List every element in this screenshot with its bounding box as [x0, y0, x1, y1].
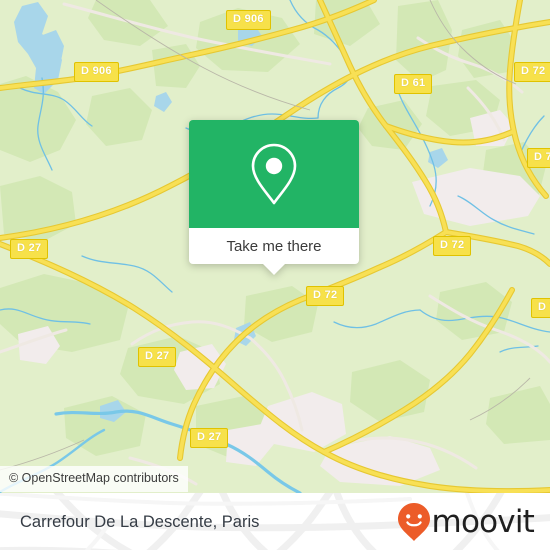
road-shield-d27: D 27	[10, 239, 49, 259]
take-me-there-label: Take me there	[226, 237, 322, 255]
footer-bar: Carrefour De La Descente, Paris moovit	[0, 493, 550, 550]
road-shield-d906: D 906	[226, 10, 271, 30]
callout-icon-panel	[189, 120, 359, 228]
road-shield-d72: D 72	[433, 236, 472, 256]
moovit-brand-logo[interactable]: moovit	[397, 502, 535, 542]
location-pin-icon	[251, 143, 297, 205]
moovit-wordmark: moovit	[431, 503, 535, 540]
road-shield-d72: D 72	[531, 298, 550, 318]
osm-attribution[interactable]: © OpenStreetMap contributors	[0, 466, 188, 492]
road-shield-d27: D 27	[190, 428, 229, 448]
moovit-smiley-pin-icon	[397, 502, 430, 541]
road-shield-d72: D 72	[514, 62, 550, 82]
road-shield-d61: D 61	[394, 74, 433, 94]
road-shield-d72: D 72	[306, 286, 345, 306]
road-shield-d906: D 906	[74, 62, 119, 82]
map-canvas[interactable]: D 906 D 906 D 61 D 72 D 72 D 72 D 72 D 72 D 27 D …	[0, 0, 550, 493]
road-shield-d27: D 27	[138, 347, 177, 367]
callout-action-panel[interactable]: Take me there	[189, 228, 359, 264]
road-shield-d72: D 72	[527, 148, 550, 168]
take-me-there-callout[interactable]: Take me there	[189, 120, 359, 275]
moovit-map-screenshot: D 906 D 906 D 61 D 72 D 72 D 72 D 72 D 72 D 27 D …	[0, 0, 550, 550]
callout-pointer-arrow	[263, 264, 285, 275]
place-title: Carrefour De La Descente, Paris	[20, 512, 260, 531]
